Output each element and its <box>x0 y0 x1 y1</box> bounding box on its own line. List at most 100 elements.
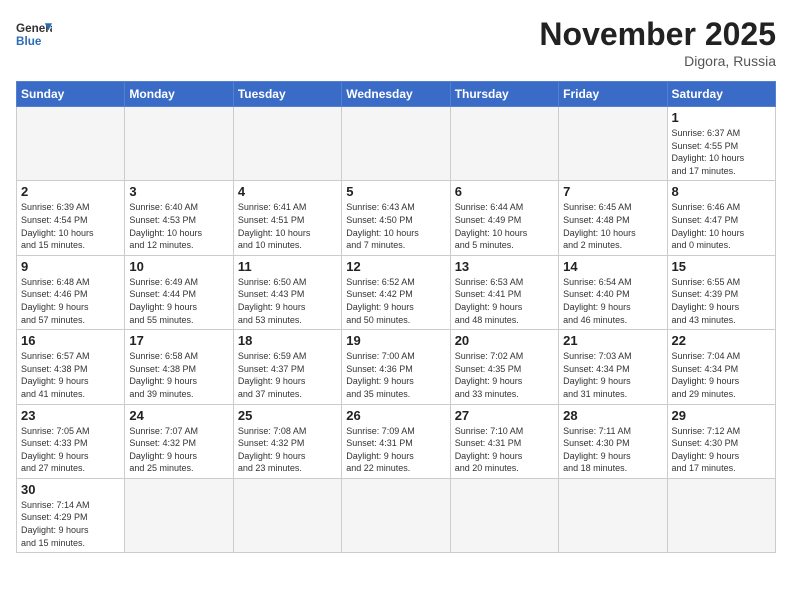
calendar-cell <box>450 478 558 552</box>
calendar-cell <box>559 107 667 181</box>
day-number: 20 <box>455 333 554 348</box>
calendar-cell: 7Sunrise: 6:45 AM Sunset: 4:48 PM Daylig… <box>559 181 667 255</box>
calendar-cell <box>667 478 775 552</box>
day-info: Sunrise: 6:52 AM Sunset: 4:42 PM Dayligh… <box>346 276 445 326</box>
day-number: 10 <box>129 259 228 274</box>
day-info: Sunrise: 7:10 AM Sunset: 4:31 PM Dayligh… <box>455 425 554 475</box>
calendar-week-1: 1 Sunrise: 6:37 AM Sunset: 4:55 PM Daylig… <box>17 107 776 181</box>
calendar-cell <box>559 478 667 552</box>
day-number: 28 <box>563 408 662 423</box>
calendar-week-6: 30Sunrise: 7:14 AM Sunset: 4:29 PM Dayli… <box>17 478 776 552</box>
calendar-table: SundayMondayTuesdayWednesdayThursdayFrid… <box>16 81 776 553</box>
day-number: 22 <box>672 333 771 348</box>
day-info: Sunrise: 6:48 AM Sunset: 4:46 PM Dayligh… <box>21 276 120 326</box>
day-info: Sunrise: 7:14 AM Sunset: 4:29 PM Dayligh… <box>21 499 120 549</box>
day-number: 29 <box>672 408 771 423</box>
location: Digora, Russia <box>539 53 776 69</box>
day-info: Sunrise: 7:00 AM Sunset: 4:36 PM Dayligh… <box>346 350 445 400</box>
day-number: 8 <box>672 184 771 199</box>
weekday-header-friday: Friday <box>559 82 667 107</box>
day-info: Sunrise: 7:04 AM Sunset: 4:34 PM Dayligh… <box>672 350 771 400</box>
day-number: 21 <box>563 333 662 348</box>
day-info: Sunrise: 7:12 AM Sunset: 4:30 PM Dayligh… <box>672 425 771 475</box>
calendar-cell: 24Sunrise: 7:07 AM Sunset: 4:32 PM Dayli… <box>125 404 233 478</box>
calendar-cell: 17 Sunrise: 6:58 AM Sunset: 4:38 PM Dayli… <box>125 330 233 404</box>
day-number: 3 <box>129 184 228 199</box>
calendar-cell: 15 Sunrise: 6:55 AM Sunset: 4:39 PM Dayli… <box>667 255 775 329</box>
day-number: 15 <box>672 259 771 274</box>
calendar-cell <box>233 478 341 552</box>
day-info: Sunrise: 7:03 AM Sunset: 4:34 PM Dayligh… <box>563 350 662 400</box>
day-info: Sunrise: 6:39 AM Sunset: 4:54 PM Dayligh… <box>21 201 120 251</box>
calendar-cell: 13Sunrise: 6:53 AM Sunset: 4:41 PM Dayli… <box>450 255 558 329</box>
day-info: Sunrise: 7:07 AM Sunset: 4:32 PM Dayligh… <box>129 425 228 475</box>
calendar-cell <box>125 478 233 552</box>
day-info: Sunrise: 7:02 AM Sunset: 4:35 PM Dayligh… <box>455 350 554 400</box>
day-info: Sunrise: 6:49 AM Sunset: 4:44 PM Dayligh… <box>129 276 228 326</box>
day-number: 16 <box>21 333 120 348</box>
calendar-cell <box>17 107 125 181</box>
day-info: Sunrise: 6:50 AM Sunset: 4:43 PM Dayligh… <box>238 276 337 326</box>
weekday-header-monday: Monday <box>125 82 233 107</box>
day-info: Sunrise: 6:57 AM Sunset: 4:38 PM Dayligh… <box>21 350 120 400</box>
calendar-cell: 10 Sunrise: 6:49 AM Sunset: 4:44 PM Dayli… <box>125 255 233 329</box>
day-number: 6 <box>455 184 554 199</box>
day-number: 27 <box>455 408 554 423</box>
calendar-cell: 11Sunrise: 6:50 AM Sunset: 4:43 PM Dayli… <box>233 255 341 329</box>
calendar-cell: 18 Sunrise: 6:59 AM Sunset: 4:37 PM Dayli… <box>233 330 341 404</box>
day-number: 5 <box>346 184 445 199</box>
weekday-header-row: SundayMondayTuesdayWednesdayThursdayFrid… <box>17 82 776 107</box>
day-info: Sunrise: 6:41 AM Sunset: 4:51 PM Dayligh… <box>238 201 337 251</box>
weekday-header-tuesday: Tuesday <box>233 82 341 107</box>
weekday-header-sunday: Sunday <box>17 82 125 107</box>
calendar-week-4: 16 Sunrise: 6:57 AM Sunset: 4:38 PM Dayli… <box>17 330 776 404</box>
calendar-cell: 29 Sunrise: 7:12 AM Sunset: 4:30 PM Dayli… <box>667 404 775 478</box>
day-info: Sunrise: 6:54 AM Sunset: 4:40 PM Dayligh… <box>563 276 662 326</box>
calendar-cell: 9 Sunrise: 6:48 AM Sunset: 4:46 PM Daylig… <box>17 255 125 329</box>
day-info: Sunrise: 7:05 AM Sunset: 4:33 PM Dayligh… <box>21 425 120 475</box>
month-title: November 2025 <box>539 16 776 53</box>
day-info: Sunrise: 6:43 AM Sunset: 4:50 PM Dayligh… <box>346 201 445 251</box>
day-info: Sunrise: 6:40 AM Sunset: 4:53 PM Dayligh… <box>129 201 228 251</box>
weekday-header-thursday: Thursday <box>450 82 558 107</box>
calendar-cell: 28 Sunrise: 7:11 AM Sunset: 4:30 PM Dayli… <box>559 404 667 478</box>
calendar-cell: 25Sunrise: 7:08 AM Sunset: 4:32 PM Dayli… <box>233 404 341 478</box>
page-header: General Blue November 2025 Digora, Russi… <box>16 16 776 69</box>
calendar-cell: 20 Sunrise: 7:02 AM Sunset: 4:35 PM Dayli… <box>450 330 558 404</box>
day-number: 14 <box>563 259 662 274</box>
day-number: 2 <box>21 184 120 199</box>
generalblue-icon: General Blue <box>16 16 52 52</box>
calendar-cell: 3 Sunrise: 6:40 AM Sunset: 4:53 PM Daylig… <box>125 181 233 255</box>
calendar-week-5: 23Sunrise: 7:05 AM Sunset: 4:33 PM Dayli… <box>17 404 776 478</box>
day-number: 9 <box>21 259 120 274</box>
calendar-cell <box>233 107 341 181</box>
calendar-cell: 8 Sunrise: 6:46 AM Sunset: 4:47 PM Daylig… <box>667 181 775 255</box>
calendar-cell: 27 Sunrise: 7:10 AM Sunset: 4:31 PM Dayli… <box>450 404 558 478</box>
title-block: November 2025 Digora, Russia <box>539 16 776 69</box>
calendar-cell: 30Sunrise: 7:14 AM Sunset: 4:29 PM Dayli… <box>17 478 125 552</box>
calendar-cell: 21 Sunrise: 7:03 AM Sunset: 4:34 PM Dayli… <box>559 330 667 404</box>
day-info: Sunrise: 6:46 AM Sunset: 4:47 PM Dayligh… <box>672 201 771 251</box>
day-info: Sunrise: 6:58 AM Sunset: 4:38 PM Dayligh… <box>129 350 228 400</box>
calendar-week-2: 2 Sunrise: 6:39 AM Sunset: 4:54 PM Daylig… <box>17 181 776 255</box>
calendar-cell: 14 Sunrise: 6:54 AM Sunset: 4:40 PM Dayli… <box>559 255 667 329</box>
day-number: 17 <box>129 333 228 348</box>
calendar-cell <box>450 107 558 181</box>
calendar-cell: 4 Sunrise: 6:41 AM Sunset: 4:51 PM Daylig… <box>233 181 341 255</box>
calendar-cell <box>342 478 450 552</box>
day-info: Sunrise: 6:55 AM Sunset: 4:39 PM Dayligh… <box>672 276 771 326</box>
calendar-cell: 12Sunrise: 6:52 AM Sunset: 4:42 PM Dayli… <box>342 255 450 329</box>
svg-text:Blue: Blue <box>16 35 42 48</box>
calendar-cell: 1 Sunrise: 6:37 AM Sunset: 4:55 PM Daylig… <box>667 107 775 181</box>
day-info: Sunrise: 6:44 AM Sunset: 4:49 PM Dayligh… <box>455 201 554 251</box>
day-info: Sunrise: 7:09 AM Sunset: 4:31 PM Dayligh… <box>346 425 445 475</box>
day-info: Sunrise: 7:11 AM Sunset: 4:30 PM Dayligh… <box>563 425 662 475</box>
day-number: 18 <box>238 333 337 348</box>
day-info: Sunrise: 6:37 AM Sunset: 4:55 PM Dayligh… <box>672 127 771 177</box>
day-number: 4 <box>238 184 337 199</box>
day-info: Sunrise: 6:59 AM Sunset: 4:37 PM Dayligh… <box>238 350 337 400</box>
calendar-cell: 23Sunrise: 7:05 AM Sunset: 4:33 PM Dayli… <box>17 404 125 478</box>
day-number: 1 <box>672 110 771 125</box>
day-info: Sunrise: 6:53 AM Sunset: 4:41 PM Dayligh… <box>455 276 554 326</box>
logo: General Blue <box>16 16 52 52</box>
